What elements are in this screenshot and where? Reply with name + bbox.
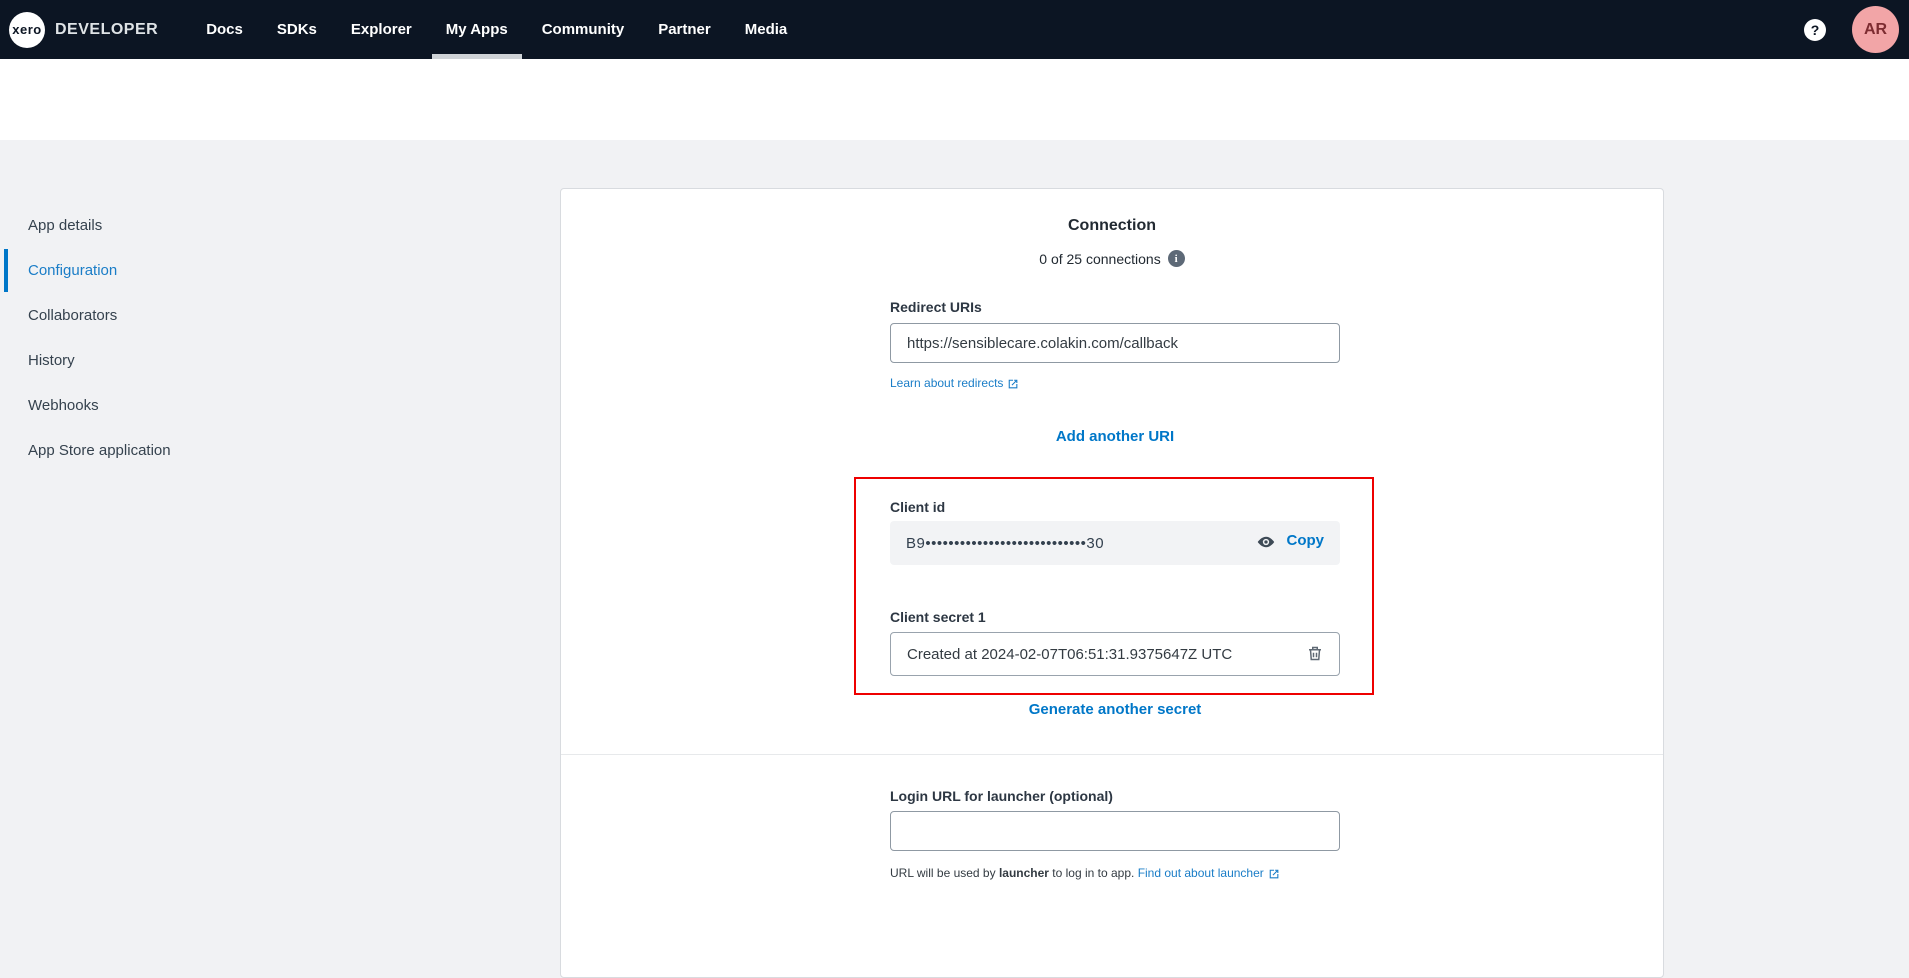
main-nav: Docs SDKs Explorer My Apps Community Par… <box>206 0 787 59</box>
nav-item-partner[interactable]: Partner <box>658 0 711 59</box>
sidebar-item-app-store-application[interactable]: App Store application <box>4 428 304 473</box>
nav-item-sdks[interactable]: SDKs <box>277 0 317 59</box>
sidebar-item-history[interactable]: History <box>4 338 304 383</box>
connection-card: Connection 0 of 25 connections i Redirec… <box>560 188 1664 978</box>
navbar-right: ? AR <box>1804 6 1899 53</box>
xero-logo-text: xero <box>12 22 41 37</box>
content-area: App details Configuration Collaborators … <box>0 140 1909 937</box>
sidebar-item-app-details[interactable]: App details <box>4 203 304 248</box>
help-icon[interactable]: ? <box>1804 19 1826 41</box>
launcher-helper-text: URL will be used by launcher to log in t… <box>890 866 1410 880</box>
helper-prefix: URL will be used by <box>890 866 999 880</box>
client-id-field: B9••••••••••••••••••••••••••••30 Copy <box>890 521 1340 565</box>
client-secret-created-text: Created at 2024-02-07T06:51:31.9375647Z … <box>907 646 1232 663</box>
external-link-icon <box>1267 867 1280 880</box>
connection-count-text: 0 of 25 connections <box>1039 251 1160 267</box>
client-secret-label: Client secret 1 <box>890 609 1340 625</box>
delete-secret-button[interactable] <box>1303 643 1327 667</box>
redirect-uris-label: Redirect URIs <box>890 299 1340 315</box>
client-secret-field: Created at 2024-02-07T06:51:31.9375647Z … <box>890 632 1340 676</box>
client-id-masked-value: B9••••••••••••••••••••••••••••30 <box>906 535 1104 552</box>
external-link-icon <box>1006 377 1019 390</box>
nav-item-my-apps[interactable]: My Apps <box>446 0 508 59</box>
nav-item-explorer[interactable]: Explorer <box>351 0 412 59</box>
nav-item-docs[interactable]: Docs <box>206 0 243 59</box>
add-another-uri-link[interactable]: Add another URI <box>890 428 1340 445</box>
eye-icon <box>1255 533 1277 551</box>
generate-another-secret-link[interactable]: Generate another secret <box>890 701 1340 718</box>
top-navbar: xero DEVELOPER Docs SDKs Explorer My App… <box>0 0 1909 59</box>
info-icon[interactable]: i <box>1168 250 1185 267</box>
trash-icon <box>1306 644 1324 663</box>
nav-item-media[interactable]: Media <box>745 0 788 59</box>
section-divider <box>561 754 1663 755</box>
sidebar-item-collaborators[interactable]: Collaborators <box>4 293 304 338</box>
page-header: Apps›ashtech invoice Configuration Save <box>0 59 1909 140</box>
helper-bold-launcher: launcher <box>999 866 1049 880</box>
helper-mid: to log in to app. <box>1049 866 1138 880</box>
redirect-uri-input[interactable] <box>890 323 1340 363</box>
connection-title: Connection <box>561 217 1663 235</box>
settings-sidebar: App details Configuration Collaborators … <box>4 203 304 473</box>
learn-about-redirects-link[interactable]: Learn about redirects <box>890 376 1019 390</box>
find-out-about-launcher-link[interactable]: Find out about launcher <box>1138 866 1280 880</box>
sidebar-item-webhooks[interactable]: Webhooks <box>4 383 304 428</box>
user-avatar[interactable]: AR <box>1852 6 1899 53</box>
copy-client-id-link[interactable]: Copy <box>1287 532 1325 549</box>
nav-item-community[interactable]: Community <box>542 0 625 59</box>
login-url-label: Login URL for launcher (optional) <box>890 788 1340 804</box>
xero-logo-icon[interactable]: xero <box>9 12 45 48</box>
find-out-about-launcher-text: Find out about launcher <box>1138 866 1264 880</box>
brand-developer: DEVELOPER <box>55 21 158 39</box>
connection-count: 0 of 25 connections i <box>561 250 1663 267</box>
client-id-label: Client id <box>890 499 1340 515</box>
login-url-input[interactable] <box>890 811 1340 851</box>
sidebar-item-configuration[interactable]: Configuration <box>4 248 304 293</box>
learn-about-redirects-text: Learn about redirects <box>890 376 1003 390</box>
reveal-client-id-button[interactable] <box>1254 532 1278 554</box>
